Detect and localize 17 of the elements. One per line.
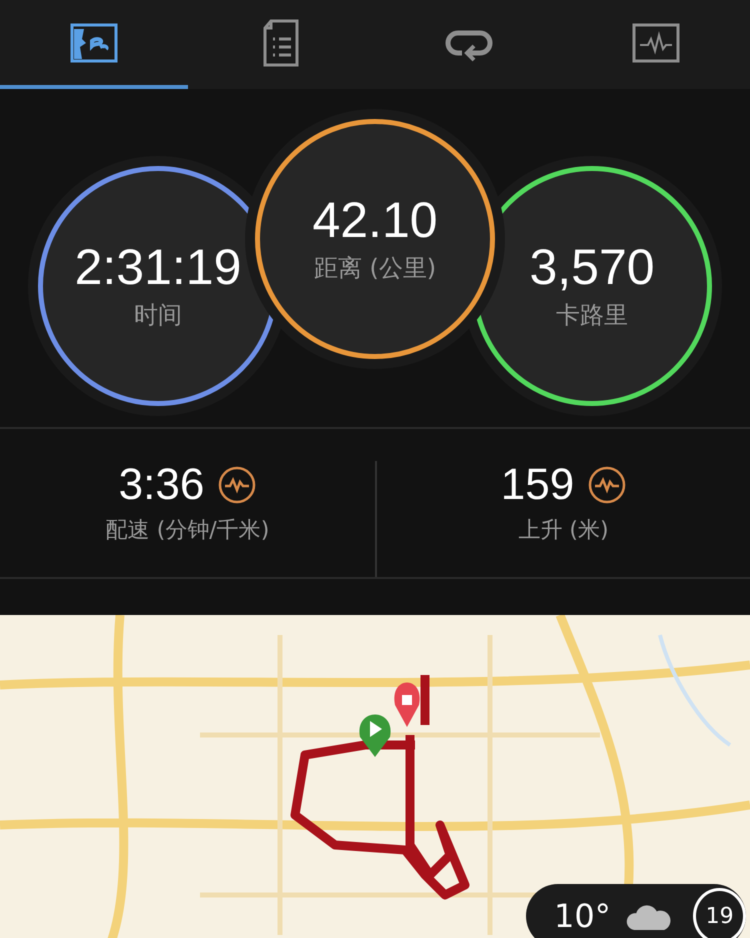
stat-label: 卡路里 <box>556 300 628 332</box>
metric-value: 159 <box>500 461 574 510</box>
stat-label: 时间 <box>134 300 182 332</box>
stat-value: 42.10 <box>312 194 438 246</box>
stat-label: 距离 (公里) <box>314 253 436 284</box>
document-icon <box>261 18 302 66</box>
stat-value: 2:31:19 <box>74 240 242 294</box>
metric-label: 上升 (米) <box>518 517 609 546</box>
stat-value: 3,570 <box>529 240 655 294</box>
metric-label: 配速 (分钟/千米) <box>106 517 270 546</box>
temperature: 10° <box>554 897 611 935</box>
metric-value: 3:36 <box>118 461 204 510</box>
heart-rate-icon <box>218 466 256 504</box>
heart-rate-icon <box>588 466 626 504</box>
map-icon <box>70 22 118 62</box>
dial: 19 <box>693 888 746 938</box>
activity-chart-icon <box>632 22 680 62</box>
